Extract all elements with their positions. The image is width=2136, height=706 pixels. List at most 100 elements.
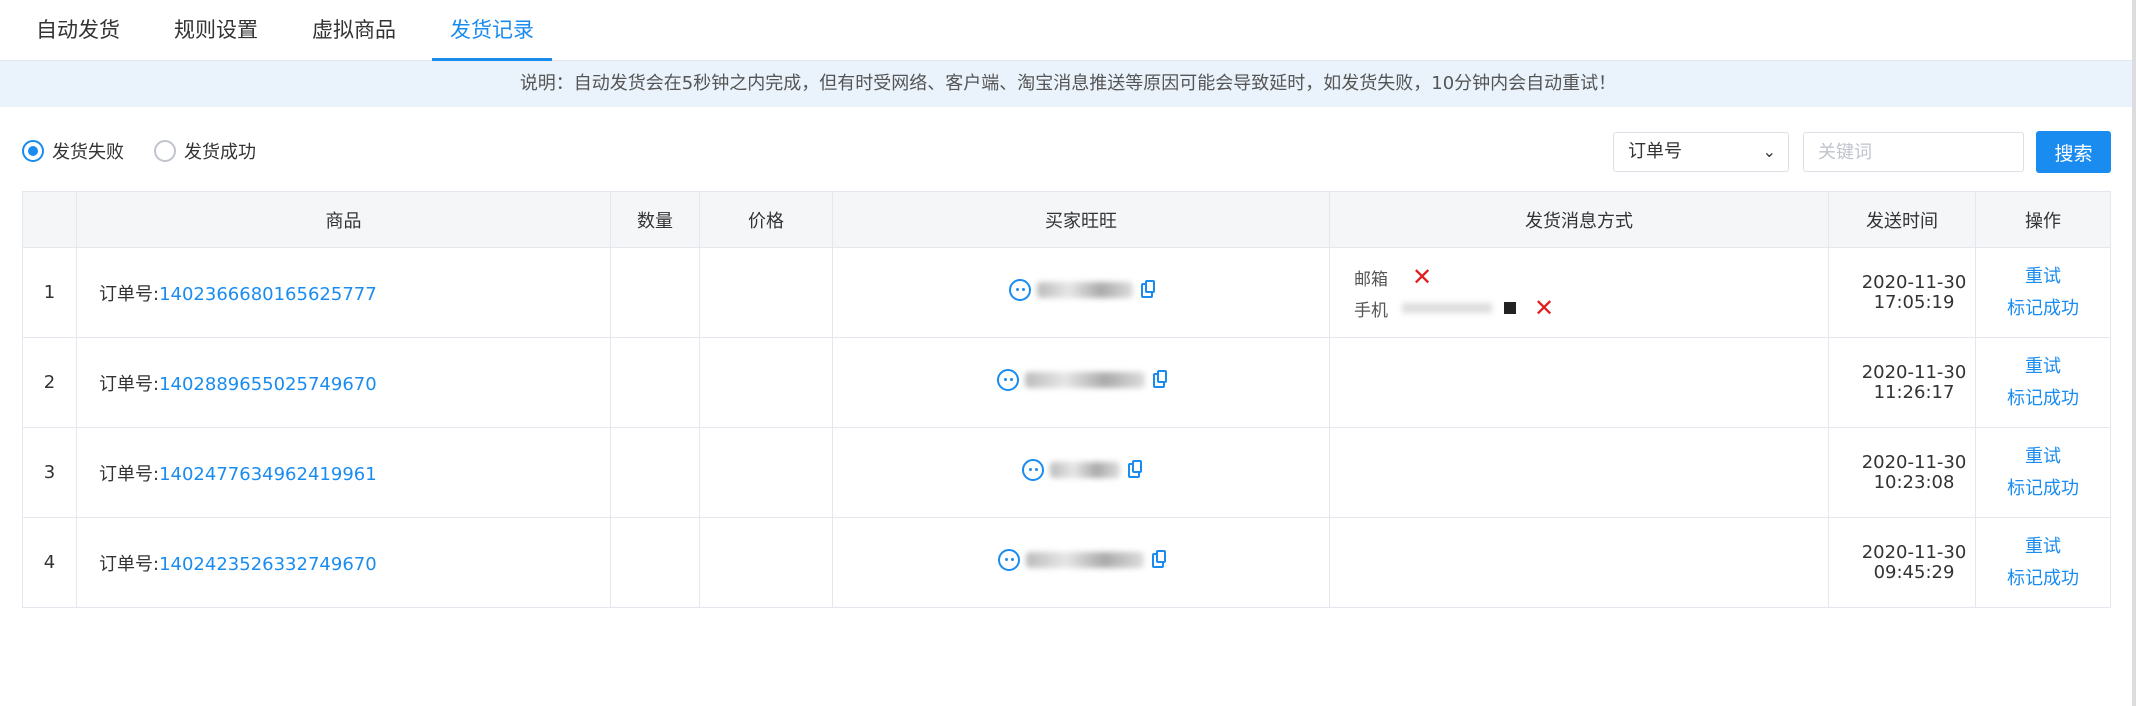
buyer-name-redacted — [1026, 552, 1144, 568]
send-date: 2020-11-30 — [1861, 271, 1967, 293]
header-send-time: 发送时间 — [1828, 191, 1976, 248]
row-index: 3 — [22, 427, 77, 518]
tab-virtual-goods[interactable]: 虚拟商品 — [294, 0, 414, 60]
radio-delivery-success[interactable]: 发货成功 — [154, 138, 256, 164]
message-method-cell — [1329, 427, 1829, 518]
mark-success-link[interactable]: 标记成功 — [1976, 563, 2110, 595]
window-edge — [2132, 0, 2136, 706]
row-index: 4 — [22, 517, 77, 608]
buyer-cell — [832, 247, 1330, 338]
buyer-name-redacted — [1050, 462, 1120, 478]
order-number-link[interactable]: 1402366680165625777 — [159, 284, 377, 305]
send-clock: 11:26:17 — [1873, 381, 1955, 403]
tab-bar: 自动发货 规则设置 虚拟商品 发货记录 — [0, 0, 2136, 61]
goods-cell: 订单号:1402366680165625777 — [76, 247, 611, 338]
actions-cell: 重试 标记成功 — [1975, 427, 2111, 518]
buyer-name-redacted — [1037, 282, 1133, 298]
price-cell — [699, 247, 833, 338]
buyer-name-redacted — [1025, 372, 1145, 388]
send-clock: 17:05:19 — [1873, 291, 1955, 313]
order-number-link[interactable]: 1402477634962419961 — [159, 464, 377, 485]
header-quantity: 数量 — [610, 191, 700, 248]
quantity-cell — [610, 337, 700, 428]
search-button[interactable]: 搜索 — [2036, 131, 2111, 173]
quantity-cell — [610, 427, 700, 518]
table-header-row: 商品 数量 价格 买家旺旺 发货消息方式 发送时间 操作 — [22, 191, 2111, 248]
radio-checked-icon — [22, 140, 44, 162]
order-prefix: 订单号: — [99, 553, 160, 575]
goods-cell: 订单号:1402423526332749670 — [76, 517, 611, 608]
row-index: 2 — [22, 337, 77, 428]
row-index: 1 — [22, 247, 77, 338]
wangwang-icon[interactable] — [1009, 279, 1031, 301]
tab-delivery-records[interactable]: 发货记录 — [432, 0, 552, 61]
radio-delivery-failed-label: 发货失败 — [52, 142, 124, 163]
send-time-cell: 2020-11-30 09:45:29 — [1828, 517, 1976, 608]
fail-x-icon: ✕ — [1534, 294, 1555, 322]
buyer-cell — [832, 517, 1330, 608]
keyword-input[interactable] — [1803, 132, 2024, 172]
send-clock: 10:23:08 — [1873, 471, 1955, 493]
message-method-cell — [1329, 337, 1829, 428]
goods-cell: 订单号:1402477634962419961 — [76, 427, 611, 518]
copy-icon[interactable] — [1152, 549, 1166, 568]
copy-icon[interactable] — [1128, 459, 1142, 478]
tab-rule-settings[interactable]: 规则设置 — [156, 0, 276, 60]
goods-cell: 订单号:1402889655025749670 — [76, 337, 611, 428]
header-goods: 商品 — [76, 191, 611, 248]
copy-icon[interactable] — [1153, 369, 1167, 388]
header-message-method: 发货消息方式 — [1329, 191, 1829, 248]
order-number-link[interactable]: 1402423526332749670 — [159, 554, 377, 575]
method-phone-line: 手机 ✕ — [1330, 293, 1828, 324]
retry-link[interactable]: 重试 — [1976, 441, 2110, 473]
mark-success-link[interactable]: 标记成功 — [1976, 293, 2110, 325]
table-row: 3 订单号:1402477634962419961 2020-11-30 10:… — [22, 427, 2111, 518]
price-cell — [699, 427, 833, 518]
send-time-cell: 2020-11-30 11:26:17 — [1828, 337, 1976, 428]
actions-cell: 重试 标记成功 — [1975, 517, 2111, 608]
notice-banner: 说明：自动发货会在5秒钟之内完成，但有时受网络、客户端、淘宝消息推送等原因可能会… — [0, 61, 2136, 107]
fail-x-icon: ✕ — [1412, 263, 1433, 291]
search-field-select[interactable]: 订单号 ⌄ — [1613, 132, 1789, 172]
method-phone-label: 手机 — [1354, 300, 1388, 321]
status-filter: 发货失败 发货成功 — [22, 138, 286, 164]
quantity-cell — [610, 517, 700, 608]
wangwang-icon[interactable] — [998, 549, 1020, 571]
header-index — [22, 191, 77, 248]
quantity-cell — [610, 247, 700, 338]
wangwang-icon[interactable] — [1022, 459, 1044, 481]
phone-redacted — [1402, 303, 1492, 313]
retry-link[interactable]: 重试 — [1976, 531, 2110, 563]
send-date: 2020-11-30 — [1861, 361, 1967, 383]
square-icon — [1504, 302, 1516, 314]
price-cell — [699, 337, 833, 428]
send-time-cell: 2020-11-30 10:23:08 — [1828, 427, 1976, 518]
radio-unchecked-icon — [154, 140, 176, 162]
table-row: 2 订单号:1402889655025749670 2020-11-30 11:… — [22, 337, 2111, 428]
mark-success-link[interactable]: 标记成功 — [1976, 473, 2110, 505]
delivery-records-table: 商品 数量 价格 买家旺旺 发货消息方式 发送时间 操作 1 订单号:14023… — [22, 191, 2111, 608]
tab-auto-delivery[interactable]: 自动发货 — [18, 0, 138, 60]
order-prefix: 订单号: — [99, 373, 160, 395]
order-prefix: 订单号: — [99, 283, 160, 305]
buyer-cell — [832, 337, 1330, 428]
actions-cell: 重试 标记成功 — [1975, 337, 2111, 428]
header-actions: 操作 — [1975, 191, 2111, 248]
retry-link[interactable]: 重试 — [1976, 261, 2110, 293]
method-email-label: 邮箱 — [1354, 269, 1388, 290]
wangwang-icon[interactable] — [997, 369, 1019, 391]
message-method-cell — [1329, 517, 1829, 608]
actions-cell: 重试 标记成功 — [1975, 247, 2111, 338]
method-email-line: 邮箱 ✕ — [1330, 262, 1828, 293]
send-date: 2020-11-30 — [1861, 541, 1967, 563]
order-prefix: 订单号: — [99, 463, 160, 485]
order-number-link[interactable]: 1402889655025749670 — [159, 374, 377, 395]
radio-delivery-failed[interactable]: 发货失败 — [22, 138, 124, 164]
copy-icon[interactable] — [1141, 279, 1155, 298]
mark-success-link[interactable]: 标记成功 — [1976, 383, 2110, 415]
retry-link[interactable]: 重试 — [1976, 351, 2110, 383]
buyer-cell — [832, 427, 1330, 518]
header-price: 价格 — [699, 191, 833, 248]
message-method-cell: 邮箱 ✕ 手机 ✕ — [1329, 247, 1829, 338]
send-clock: 09:45:29 — [1873, 561, 1955, 583]
